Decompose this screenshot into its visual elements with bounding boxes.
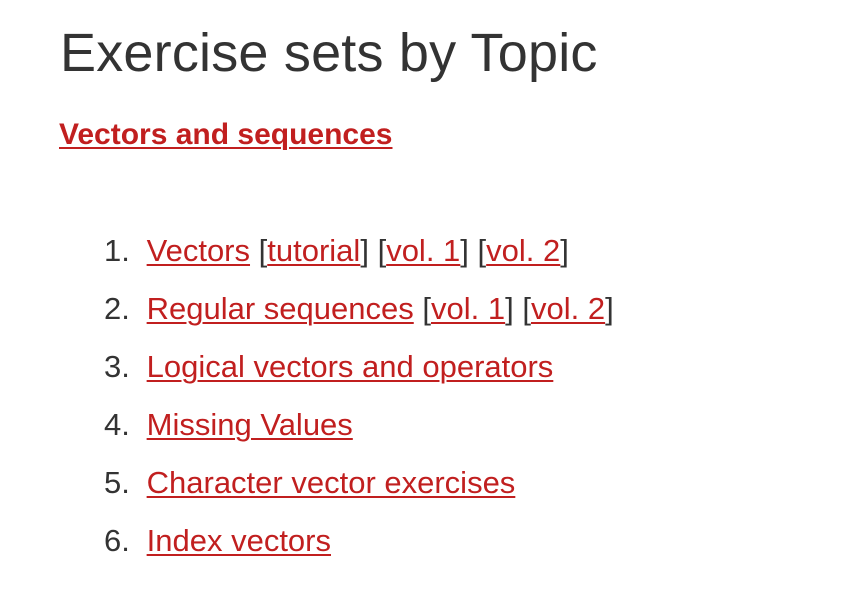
topic-link-vectors[interactable]: Vectors [147, 233, 250, 268]
bracket-close: ] [460, 233, 469, 268]
vol-1-link[interactable]: vol. 1 [386, 233, 460, 268]
vol-1-link[interactable]: vol. 1 [431, 291, 505, 326]
page-title: Exercise sets by Topic [60, 23, 598, 83]
bracket-close: ] [360, 233, 369, 268]
topic-link-regular-sequences[interactable]: Regular sequences [147, 291, 414, 326]
topic-link-character-vectors[interactable]: Character vector exercises [147, 465, 516, 500]
list-item: 4. Missing Values [104, 396, 614, 454]
list-item: 6. Index vectors [104, 512, 614, 570]
list-number: 2. [104, 291, 130, 326]
bracket-open: [ [522, 291, 531, 326]
list-item: 3. Logical vectors and operators [104, 338, 614, 396]
topic-link-index-vectors[interactable]: Index vectors [147, 523, 331, 558]
list-item: 5. Character vector exercises [104, 454, 614, 512]
list-item: 2. Regular sequences [vol. 1] [vol. 2] [104, 280, 614, 338]
bracket-open: [ [258, 233, 268, 268]
list-number: 1. [104, 233, 130, 268]
list-number: 3. [104, 349, 130, 384]
list-number: 5. [104, 465, 130, 500]
bracket-open: [ [422, 291, 431, 326]
vol-2-link[interactable]: vol. 2 [486, 233, 560, 268]
topic-link-missing-values[interactable]: Missing Values [147, 407, 353, 442]
bracket-open: [ [477, 233, 487, 268]
bracket-close: ] [505, 291, 514, 326]
list-number: 4. [104, 407, 130, 442]
section-heading-link[interactable]: Vectors and sequences [59, 118, 393, 151]
section-heading: Vectors and sequences [59, 114, 393, 156]
vol-2-link[interactable]: vol. 2 [531, 291, 605, 326]
list-item: 1. Vectors [tutorial] [vol. 1] [vol. 2] [104, 222, 614, 280]
bracket-close: ] [560, 233, 569, 268]
list-number: 6. [104, 523, 130, 558]
page: Exercise sets by Topic Vectors and seque… [0, 0, 858, 606]
bracket-close: ] [605, 291, 614, 326]
bracket-open: [ [377, 233, 387, 268]
topic-list: 1. Vectors [tutorial] [vol. 1] [vol. 2] … [104, 222, 614, 570]
tutorial-link[interactable]: tutorial [267, 233, 360, 268]
topic-link-logical-vectors[interactable]: Logical vectors and operators [147, 349, 554, 384]
